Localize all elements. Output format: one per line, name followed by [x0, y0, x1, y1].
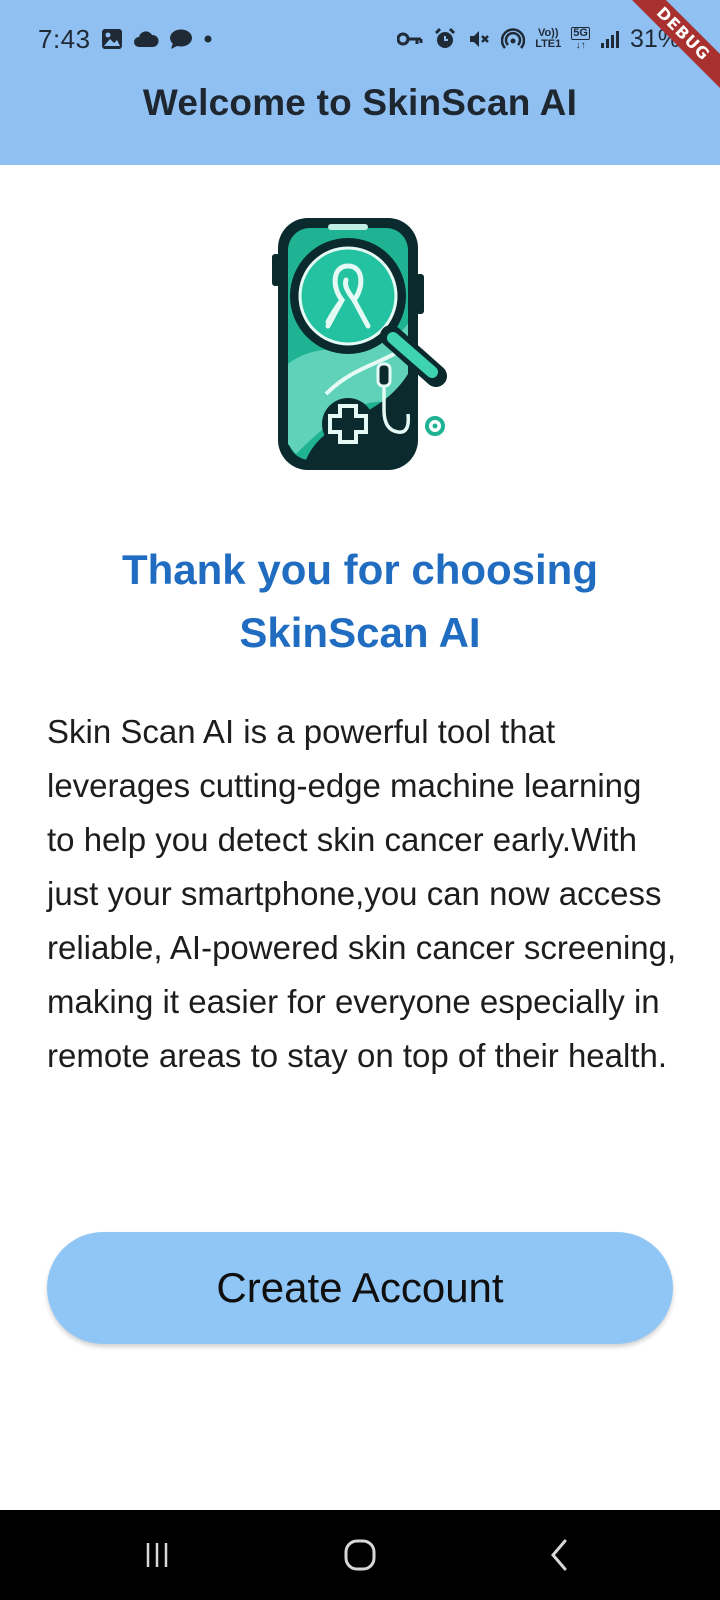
status-left: 7:43 [38, 24, 213, 55]
back-icon [551, 1539, 567, 1571]
home-icon [344, 1539, 376, 1571]
status-right: Vo)) LTE1 5G ↓↑ 31% [397, 25, 680, 54]
5g-indicator: 5G ↓↑ [571, 27, 590, 51]
cloud-icon [133, 26, 159, 52]
mute-icon [467, 26, 491, 52]
home-button[interactable] [300, 1510, 420, 1600]
notification-dot-icon [203, 26, 213, 52]
signal-icon [600, 26, 620, 52]
key-icon [397, 26, 423, 52]
screen: 7:43 Vo)) LTE1 5G ↓↑ 31% Welcome to Skin… [0, 0, 720, 1600]
page-title: Welcome to SkinScan AI [142, 82, 578, 123]
lte-label: LTE1 [535, 38, 562, 50]
5g-label: 5G [571, 27, 590, 40]
hotspot-icon [501, 26, 526, 52]
recents-button[interactable] [97, 1510, 217, 1600]
recents-icon [146, 1543, 168, 1567]
status-bar: 7:43 Vo)) LTE1 5G ↓↑ 31% [0, 0, 720, 78]
app-description: Skin Scan AI is a powerful tool that lev… [47, 713, 677, 1074]
back-button[interactable] [500, 1510, 620, 1600]
system-nav-bar [0, 1510, 720, 1600]
create-account-button[interactable]: Create Account [47, 1232, 673, 1344]
volte-indicator: Vo)) LTE1 [535, 26, 561, 52]
phone-magnifier-ribbon-icon [272, 218, 447, 470]
gallery-icon [101, 26, 123, 52]
alarm-icon [433, 26, 457, 52]
welcome-heading: Thank you for choosing SkinScan AI [121, 546, 598, 656]
chat-icon [169, 26, 193, 52]
app-header: 7:43 Vo)) LTE1 5G ↓↑ 31% Welcome to Skin… [0, 0, 720, 165]
status-time: 7:43 [38, 23, 91, 54]
skinscan-logo [266, 214, 466, 476]
